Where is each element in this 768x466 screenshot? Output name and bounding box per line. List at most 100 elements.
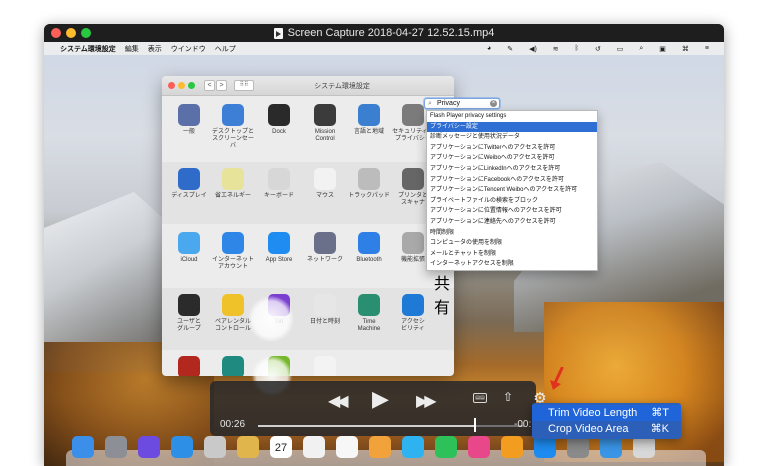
- pref-label: アクセシ ビリティ: [401, 319, 425, 332]
- pref-label: インターネット アカウント: [211, 257, 254, 270]
- photos-icon: [369, 436, 391, 458]
- recorded-status-icons: ◕ ✎ ◀) ≋ ᛒ ↺ ▭ ⌕ ▣ ⌘ ≡: [487, 42, 718, 55]
- window-title: Screen Capture 2018-04-27 12.52.15.mp4: [287, 27, 495, 39]
- screenshot: Screen Capture 2018-04-27 12.52.15.mp4 シ…: [0, 0, 768, 466]
- trim-video-length-item[interactable]: Trim Video Length ⌘T: [532, 405, 681, 421]
- search-value: Privacy: [437, 100, 460, 107]
- ibooks-icon: [501, 436, 523, 458]
- app-store-icon: [534, 436, 556, 458]
- pref-row: 一般 デスクトップと スクリーンセーバ Dock Mission Control 言語と…: [162, 98, 454, 160]
- search-result-item: アプリケーションに位置情報へのアクセスを許可: [430, 208, 562, 215]
- bluetooth-icon: ᛒ: [574, 45, 579, 52]
- calendar-icon: 27: [270, 436, 292, 458]
- pref-pane-bluetooth: Bluetooth: [346, 226, 392, 286]
- finder-icon: [72, 436, 94, 458]
- show-all-grid-icon: ⠿⠿: [234, 80, 254, 91]
- crop-label: Crop Video Area: [548, 423, 629, 435]
- facetime-icon: [435, 436, 457, 458]
- sysprefs-search-field: ⌕ Privacy ×: [424, 98, 500, 109]
- timeline-track[interactable]: [258, 425, 524, 427]
- trim-label: Trim Video Length: [548, 407, 638, 419]
- crop-shortcut: ⌘K: [650, 423, 669, 435]
- remaining-time: -00:: [514, 419, 532, 430]
- search-result-item: メールとチャットを制限: [430, 250, 496, 257]
- play-button[interactable]: ▶: [372, 386, 389, 412]
- minimize-button[interactable]: [66, 28, 76, 38]
- pref-label: 言語と地域: [353, 129, 384, 135]
- fast-forward-button[interactable]: ▶▶: [416, 391, 437, 411]
- sysprefs-minimize-dot: [178, 82, 185, 89]
- messages-icon: [402, 436, 424, 458]
- close-button[interactable]: [51, 28, 61, 38]
- pref-label: デスクトップと スクリーンセーバ: [211, 129, 254, 149]
- pref-pane-accessibility: アクセシ ビリティ: [390, 288, 436, 348]
- pref-pane-energy: 省エネルギー: [210, 162, 256, 222]
- recorded-menu-view: 表示: [147, 45, 162, 53]
- pref-label: ディスプレイ: [171, 193, 207, 199]
- volume-icon: ◀): [529, 45, 537, 53]
- pref-row: iCloud インターネット アカウント App Store ネットワーク Blueto…: [162, 226, 454, 288]
- safari-icon: [171, 436, 193, 458]
- share-icon[interactable]: ⇧: [503, 390, 513, 404]
- bluetooth-icon: [358, 232, 380, 254]
- trackpad-icon: [358, 168, 380, 190]
- search-result-item: 時間制限: [430, 229, 455, 236]
- general-icon: [178, 104, 200, 126]
- icloud-icon: [178, 232, 200, 254]
- pref-label: App Store: [265, 257, 293, 263]
- pref-pane-pref-teal: [210, 350, 256, 376]
- pref-label: Bluetooth: [356, 257, 382, 263]
- pref-pane-mission-control: Mission Control: [302, 98, 348, 158]
- current-time: 00:26: [220, 419, 246, 430]
- pref-label: iCloud: [180, 257, 198, 263]
- fullscreen-button[interactable]: [81, 28, 91, 38]
- pref-label: キーボード: [263, 193, 294, 199]
- pref-label: 一般: [182, 129, 195, 135]
- search-result-item: プライベートファイルの検索をブロック: [430, 197, 539, 204]
- chevron-right-icon: >: [216, 80, 227, 91]
- search-result-item: コンピュータの使用を制限: [430, 240, 503, 247]
- crop-video-area-item[interactable]: Crop Video Area ⌘K: [532, 421, 681, 437]
- security-icon: [402, 104, 424, 126]
- time-machine-icon: [358, 294, 380, 316]
- recorded-menu-bar: システム環境設定 編集 表示 ウインドウ ヘルプ ◕ ✎ ◀) ≋ ᛒ ↺ ▭ …: [44, 42, 724, 55]
- title-bar[interactable]: Screen Capture 2018-04-27 12.52.15.mp4: [44, 24, 724, 42]
- timeline-scrubber[interactable]: [474, 418, 476, 432]
- reminders-icon: [336, 436, 358, 458]
- displays-icon: [178, 168, 200, 190]
- keyboard-icon: [268, 168, 290, 190]
- history-icon: ↺: [594, 45, 601, 53]
- pref-pane-pref-white: [302, 350, 348, 376]
- pref-pane-icloud: iCloud: [166, 226, 212, 286]
- search-result-item: アプリケーションにWeiboへのアクセスを許可: [430, 155, 555, 162]
- playback-controls: ◀◀ ▶ ▶▶ ▤▤ ⇧ 00:26: [210, 381, 536, 436]
- subtitles-icon[interactable]: ▤▤: [473, 393, 487, 403]
- pref-pane-general: 一般: [166, 98, 212, 158]
- search-icon: ⌕: [428, 100, 432, 107]
- recorded-menu-window: ウインドウ: [170, 45, 206, 53]
- spotlight-icon: ⌕: [639, 44, 644, 52]
- keyboard-icon: ▣: [659, 45, 666, 53]
- pref-teal-icon: [222, 356, 244, 376]
- pref-row: ディスプレイ 省エネルギー キーボード マウス トラックパッド プリンタと スキャナ: [162, 162, 454, 224]
- search-result-item: インターネットアクセスを制限: [430, 261, 514, 268]
- pref-pane-network: ネットワーク: [302, 226, 348, 286]
- system-preferences-window: < > ⠿⠿ システム環境設定 一般 デスクトップと スクリーンセーバ Dock Mi…: [162, 76, 454, 376]
- mouse-icon: [314, 168, 336, 190]
- rewind-button[interactable]: ◀◀: [328, 391, 349, 411]
- date-time-icon: [314, 294, 336, 316]
- pref-pane-trackpad: トラックパッド: [346, 162, 392, 222]
- trim-shortcut: ⌘T: [651, 407, 669, 419]
- pref-pane-displays: ディスプレイ: [166, 162, 212, 222]
- timeline-progress: [258, 425, 477, 427]
- clear-search-icon: ×: [490, 100, 497, 107]
- pref-pane-flash: [166, 350, 212, 376]
- pref-pane-users: ユーザと グループ: [166, 288, 212, 348]
- sharing-label: 共有: [434, 276, 451, 317]
- pref-label: マウス: [315, 193, 334, 199]
- dock-icon: [268, 104, 290, 126]
- internet-accounts-icon: [222, 232, 244, 254]
- system-preferences-icon: [567, 436, 589, 458]
- energy-icon: [222, 168, 244, 190]
- time-machine-icon: ◕: [486, 45, 492, 52]
